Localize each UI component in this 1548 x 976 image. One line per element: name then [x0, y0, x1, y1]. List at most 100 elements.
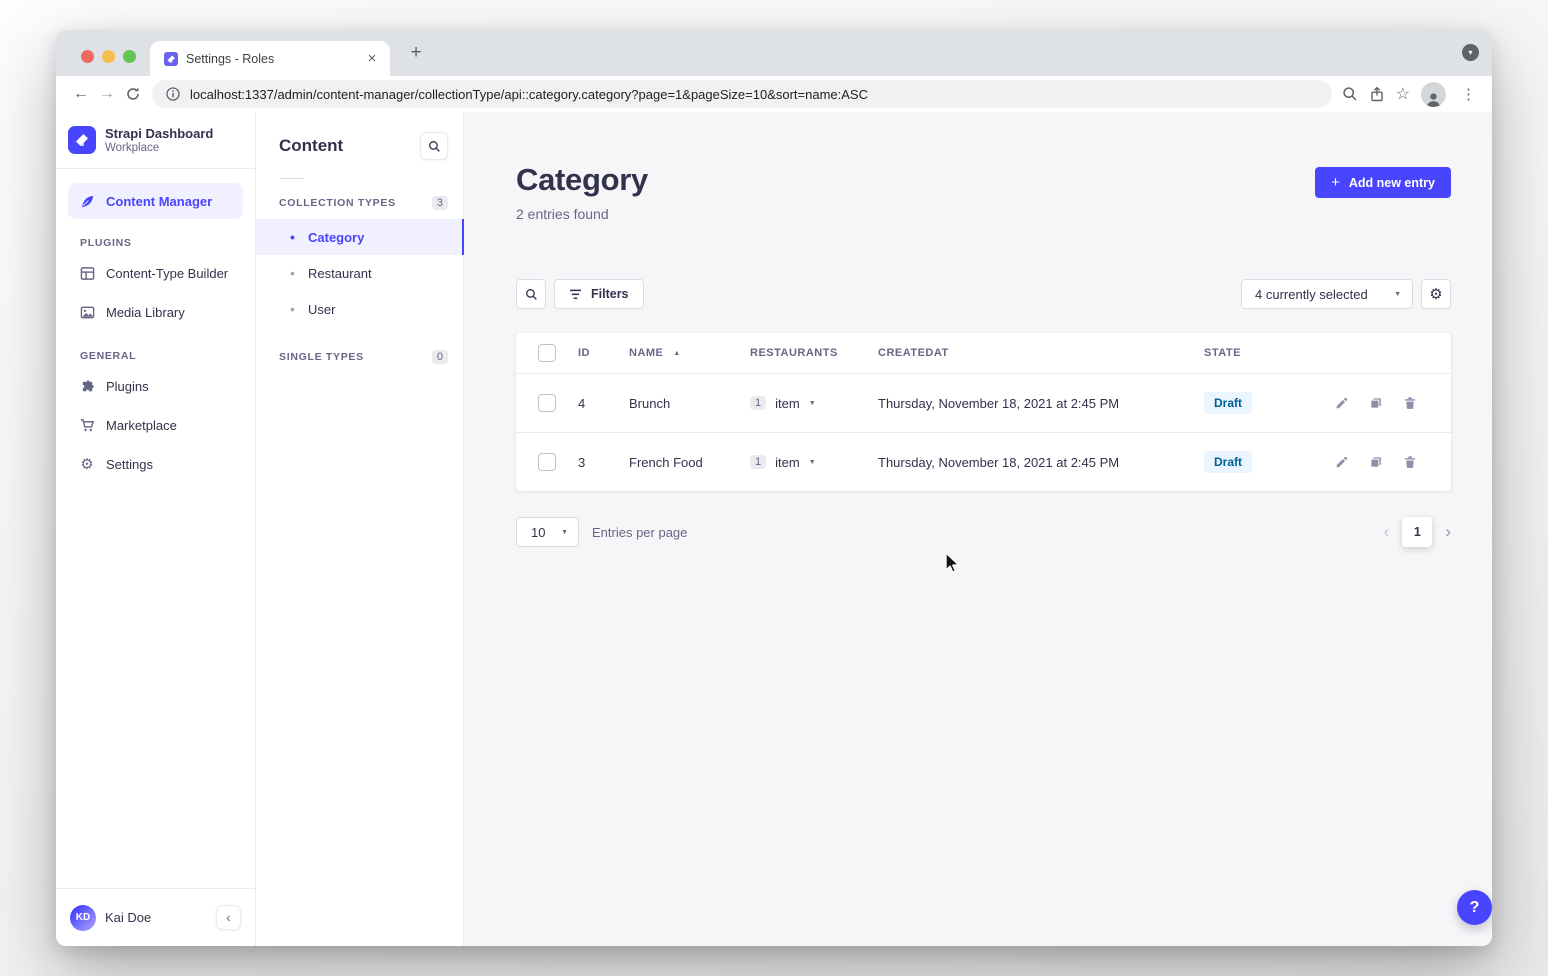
content-subnav: Content COLLECTION TYPES 3 • Category • … — [256, 112, 464, 946]
select-all-checkbox[interactable] — [538, 344, 556, 362]
cart-icon — [79, 418, 95, 434]
strapi-app: Strapi Dashboard Workplace Content Manag… — [56, 112, 1492, 946]
browser-menu-icon[interactable]: ⋮ — [1457, 85, 1480, 103]
single-types-count-badge: 0 — [432, 350, 448, 364]
tab-close-icon[interactable]: × — [364, 50, 380, 67]
duplicate-icon — [1369, 455, 1383, 469]
sidebar-item-settings[interactable]: ⚙ Settings — [68, 445, 243, 484]
browser-tab-strip: Settings - Roles × + ▾ — [56, 30, 1492, 76]
cell-createdat: Thursday, November 18, 2021 at 2:45 PM — [878, 396, 1204, 411]
browser-toolbar: ← → localhost:1337/admin/content-manager… — [56, 76, 1492, 112]
sidebar-item-content-type-builder[interactable]: Content-Type Builder — [68, 254, 243, 293]
new-tab-button[interactable]: + — [404, 41, 428, 65]
minimize-window-button[interactable] — [102, 50, 115, 63]
current-page-button[interactable]: 1 — [1402, 517, 1432, 547]
subnav-item-restaurant[interactable]: • Restaurant — [256, 255, 463, 291]
sidebar-item-label: Media Library — [106, 305, 185, 320]
forward-button[interactable]: → — [94, 81, 120, 107]
browser-profile-avatar[interactable] — [1421, 82, 1446, 107]
row-checkbox[interactable] — [538, 453, 556, 471]
edit-button[interactable] — [1334, 396, 1349, 411]
collapse-sidebar-button[interactable]: ‹ — [216, 905, 241, 930]
back-button[interactable]: ← — [68, 81, 94, 107]
subnav-item-label: Category — [308, 230, 364, 245]
sort-ascending-icon: ▲ — [673, 350, 680, 357]
tab-title: Settings - Roles — [186, 52, 356, 66]
avatar[interactable]: KD — [70, 905, 96, 931]
delete-button[interactable] — [1402, 455, 1417, 470]
close-window-button[interactable] — [81, 50, 94, 63]
duplicate-icon — [1369, 396, 1383, 410]
column-header-state[interactable]: STATE — [1204, 347, 1334, 359]
cell-id: 4 — [578, 396, 629, 411]
duplicate-button[interactable] — [1368, 455, 1383, 470]
caret-down-icon: ▼ — [809, 400, 816, 407]
site-info-icon[interactable] — [166, 87, 180, 101]
image-icon — [79, 305, 95, 321]
search-entries-button[interactable] — [516, 279, 546, 309]
status-badge: Draft — [1204, 392, 1252, 414]
browser-tab[interactable]: Settings - Roles × — [150, 41, 390, 76]
filters-button[interactable]: Filters — [554, 279, 644, 309]
add-new-entry-button[interactable]: + Add new entry — [1315, 167, 1451, 198]
trash-icon — [1403, 396, 1417, 410]
row-checkbox[interactable] — [538, 394, 556, 412]
sidebar-item-content-manager[interactable]: Content Manager — [68, 183, 243, 219]
window-controls — [81, 50, 136, 63]
sidebar-item-marketplace[interactable]: Marketplace — [68, 406, 243, 445]
column-header-restaurants[interactable]: RESTAURANTS — [750, 347, 878, 359]
subnav-item-category[interactable]: • Category — [256, 219, 463, 255]
columns-select[interactable]: 4 currently selected ▼ — [1241, 279, 1413, 309]
gear-icon: ⚙ — [1429, 287, 1442, 302]
bookmark-star-icon[interactable]: ☆ — [1396, 81, 1410, 107]
table-row[interactable]: 4 Brunch 1 item ▼ Thursday, November 18,… — [516, 373, 1451, 432]
next-page-button[interactable]: › — [1445, 523, 1451, 542]
caret-down-icon: ▼ — [809, 459, 816, 466]
column-header-name[interactable]: NAME ▲ — [629, 347, 750, 359]
entries-count: 2 entries found — [516, 206, 648, 222]
app-name: Strapi Dashboard — [105, 126, 213, 142]
status-badge: Draft — [1204, 451, 1252, 473]
caret-down-icon: ▼ — [561, 529, 568, 536]
reload-button[interactable] — [120, 81, 146, 107]
column-header-id[interactable]: ID — [578, 347, 629, 359]
address-bar[interactable]: localhost:1337/admin/content-manager/col… — [152, 80, 1332, 108]
entries-table: ID NAME ▲ RESTAURANTS CREATEDAT STATE 4 … — [516, 333, 1451, 491]
workspace-header[interactable]: Strapi Dashboard Workplace — [56, 112, 255, 169]
page-title: Category — [516, 164, 648, 195]
relation-count-badge: 1 — [750, 455, 766, 469]
zoom-icon[interactable] — [1342, 86, 1358, 102]
cell-restaurants[interactable]: 1 item ▼ — [750, 455, 878, 470]
filter-icon — [569, 289, 582, 300]
trash-icon — [1403, 455, 1417, 469]
entries-per-page-select[interactable]: 10 ▼ — [516, 517, 579, 547]
subnav-item-user[interactable]: • User — [256, 291, 463, 327]
subnav-search-button[interactable] — [420, 132, 448, 160]
divider — [280, 178, 304, 179]
sidebar-item-label: Marketplace — [106, 418, 177, 433]
plus-icon: + — [1331, 175, 1340, 190]
cell-restaurants[interactable]: 1 item ▼ — [750, 396, 878, 411]
caret-down-icon: ▼ — [1394, 291, 1401, 298]
duplicate-button[interactable] — [1368, 396, 1383, 411]
edit-button[interactable] — [1334, 455, 1349, 470]
table-settings-button[interactable]: ⚙ — [1421, 279, 1451, 309]
zoom-window-button[interactable] — [123, 50, 136, 63]
search-icon — [428, 140, 441, 153]
browser-window: Settings - Roles × + ▾ ← → localhost:133… — [56, 30, 1492, 946]
url-text: localhost:1337/admin/content-manager/col… — [190, 87, 868, 102]
sidebar-item-media-library[interactable]: Media Library — [68, 293, 243, 332]
general-section-heading: GENERAL — [56, 332, 255, 367]
single-types-heading: SINGLE TYPES — [279, 351, 364, 363]
sidebar-item-plugins[interactable]: Plugins — [68, 367, 243, 406]
delete-button[interactable] — [1402, 396, 1417, 411]
help-button[interactable]: ? — [1457, 890, 1492, 925]
previous-page-button[interactable]: ‹ — [1384, 523, 1390, 542]
sidebar-item-label: Plugins — [106, 379, 149, 394]
table-row[interactable]: 3 French Food 1 item ▼ Thursday, Novembe… — [516, 432, 1451, 491]
sidebar-item-label: Content-Type Builder — [106, 266, 228, 281]
share-icon[interactable] — [1369, 86, 1385, 102]
cell-createdat: Thursday, November 18, 2021 at 2:45 PM — [878, 455, 1204, 470]
column-header-createdat[interactable]: CREATEDAT — [878, 347, 1204, 359]
download-status-icon[interactable]: ▾ — [1462, 44, 1479, 61]
